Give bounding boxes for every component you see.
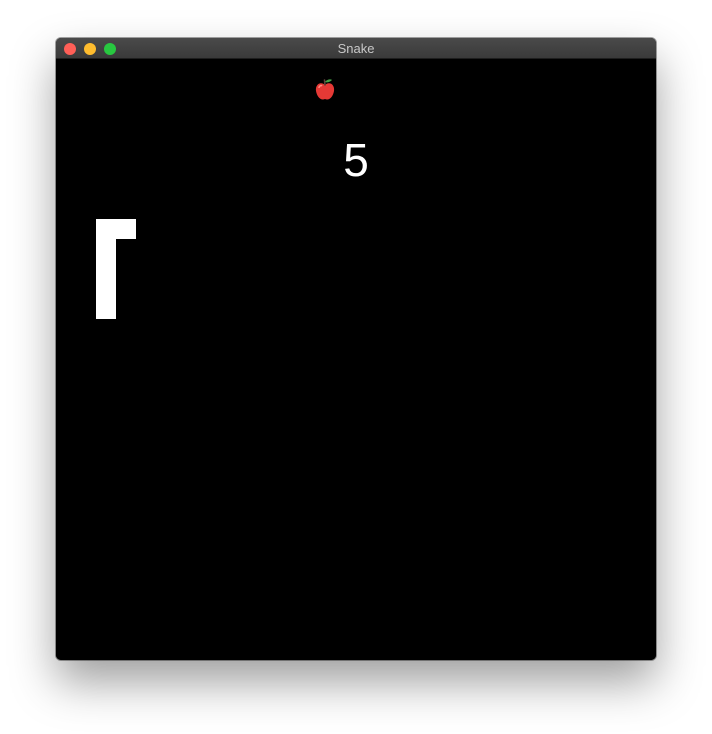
- snake-segment: [96, 259, 116, 279]
- game-window: Snake 5: [56, 38, 656, 660]
- snake-segment: [116, 219, 136, 239]
- snake-segment: [96, 219, 116, 239]
- score-display: 5: [343, 134, 369, 186]
- apple-icon: [315, 79, 335, 100]
- snake-segment: [96, 299, 116, 319]
- window-title: Snake: [337, 41, 375, 56]
- snake-segment: [96, 279, 116, 299]
- snake-segment: [96, 239, 116, 259]
- game-board[interactable]: 5: [56, 59, 656, 660]
- title-bar[interactable]: Snake: [56, 38, 656, 59]
